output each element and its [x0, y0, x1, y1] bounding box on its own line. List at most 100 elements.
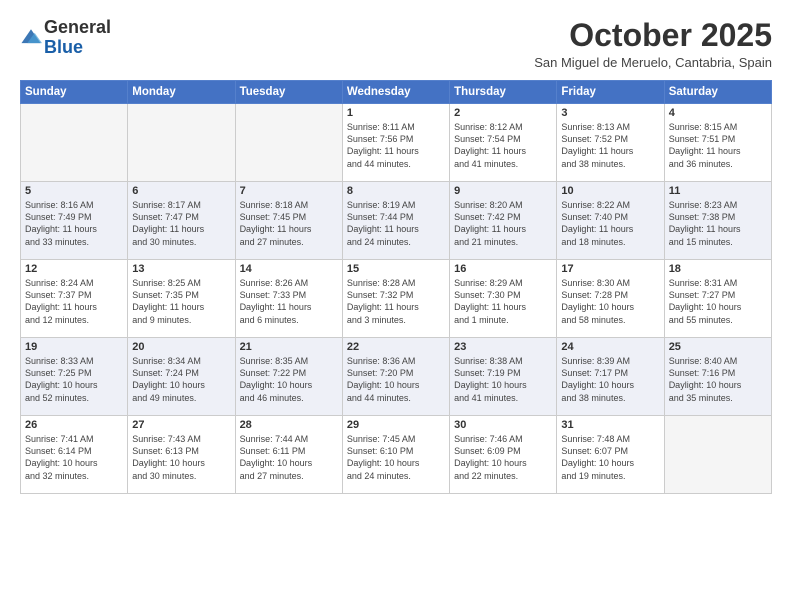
- page: General Blue October 2025 San Miguel de …: [0, 0, 792, 612]
- calendar-cell: 20 Sunrise: 8:34 AM Sunset: 7:24 PM Dayli…: [128, 338, 235, 416]
- day-info: Sunrise: 7:44 AM Sunset: 6:11 PM Dayligh…: [240, 433, 338, 482]
- day-info: Sunrise: 8:38 AM Sunset: 7:19 PM Dayligh…: [454, 355, 552, 404]
- calendar-cell: 9 Sunrise: 8:20 AM Sunset: 7:42 PM Daylig…: [450, 182, 557, 260]
- calendar-cell: 8Sunrise: 8:19 AM Sunset: 7:44 PM Daylig…: [342, 182, 449, 260]
- calendar-cell: 26Sunrise: 7:41 AM Sunset: 6:14 PM Dayli…: [21, 416, 128, 494]
- calendar-cell: 19 Sunrise: 8:33 AM Sunset: 7:25 PM Dayli…: [21, 338, 128, 416]
- calendar-cell: 30Sunrise: 7:46 AM Sunset: 6:09 PM Dayli…: [450, 416, 557, 494]
- calendar-cell: [235, 104, 342, 182]
- day-number: 9: [454, 185, 552, 197]
- day-info: Sunrise: 8:23 AM Sunset: 7:38 PM Dayligh…: [669, 199, 767, 248]
- calendar-cell: 25 Sunrise: 8:40 AM Sunset: 7:16 PM Dayli…: [664, 338, 771, 416]
- day-number: 28: [240, 419, 338, 431]
- day-number: 4: [669, 107, 767, 119]
- day-info: Sunrise: 8:16 AM Sunset: 7:49 PM Dayligh…: [25, 199, 123, 248]
- day-number: 31: [561, 419, 659, 431]
- calendar-cell: 5 Sunrise: 8:16 AM Sunset: 7:49 PM Daylig…: [21, 182, 128, 260]
- location: San Miguel de Meruelo, Cantabria, Spain: [534, 55, 772, 70]
- day-number: 26: [25, 419, 123, 431]
- calendar-cell: 27Sunrise: 7:43 AM Sunset: 6:13 PM Dayli…: [128, 416, 235, 494]
- day-number: 14: [240, 263, 338, 275]
- day-info: Sunrise: 8:12 AM Sunset: 7:54 PM Dayligh…: [454, 121, 552, 170]
- day-number: 18: [669, 263, 767, 275]
- day-info: Sunrise: 7:45 AM Sunset: 6:10 PM Dayligh…: [347, 433, 445, 482]
- header-right: October 2025 San Miguel de Meruelo, Cant…: [534, 18, 772, 70]
- day-number: 29: [347, 419, 445, 431]
- calendar-cell: [664, 416, 771, 494]
- calendar-cell: 14 Sunrise: 8:26 AM Sunset: 7:33 PM Dayli…: [235, 260, 342, 338]
- calendar-week-row: 5 Sunrise: 8:16 AM Sunset: 7:49 PM Daylig…: [21, 182, 772, 260]
- day-info: Sunrise: 8:24 AM Sunset: 7:37 PM Dayligh…: [25, 277, 123, 326]
- calendar-cell: 18 Sunrise: 8:31 AM Sunset: 7:27 PM Dayli…: [664, 260, 771, 338]
- day-info: Sunrise: 8:25 AM Sunset: 7:35 PM Dayligh…: [132, 277, 230, 326]
- calendar-cell: 17 Sunrise: 8:30 AM Sunset: 7:28 PM Dayli…: [557, 260, 664, 338]
- day-number: 16: [454, 263, 552, 275]
- calendar-header-wednesday: Wednesday: [342, 81, 449, 104]
- calendar-header-thursday: Thursday: [450, 81, 557, 104]
- calendar-cell: [128, 104, 235, 182]
- calendar: SundayMondayTuesdayWednesdayThursdayFrid…: [20, 80, 772, 494]
- day-info: Sunrise: 8:30 AM Sunset: 7:28 PM Dayligh…: [561, 277, 659, 326]
- day-info: Sunrise: 8:13 AM Sunset: 7:52 PM Dayligh…: [561, 121, 659, 170]
- day-number: 24: [561, 341, 659, 353]
- logo-icon: [20, 27, 42, 49]
- day-number: 6: [132, 185, 230, 197]
- day-number: 1: [347, 107, 445, 119]
- calendar-header-row: SundayMondayTuesdayWednesdayThursdayFrid…: [21, 81, 772, 104]
- day-info: Sunrise: 8:36 AM Sunset: 7:20 PM Dayligh…: [347, 355, 445, 404]
- calendar-cell: 31 Sunrise: 7:48 AM Sunset: 6:07 PM Dayli…: [557, 416, 664, 494]
- calendar-header-monday: Monday: [128, 81, 235, 104]
- day-info: Sunrise: 8:34 AM Sunset: 7:24 PM Dayligh…: [132, 355, 230, 404]
- calendar-cell: 4 Sunrise: 8:15 AM Sunset: 7:51 PM Daylig…: [664, 104, 771, 182]
- day-number: 22: [347, 341, 445, 353]
- logo-blue-text: Blue: [44, 37, 83, 57]
- calendar-cell: 3 Sunrise: 8:13 AM Sunset: 7:52 PM Daylig…: [557, 104, 664, 182]
- calendar-cell: 10Sunrise: 8:22 AM Sunset: 7:40 PM Dayli…: [557, 182, 664, 260]
- day-number: 27: [132, 419, 230, 431]
- day-info: Sunrise: 8:40 AM Sunset: 7:16 PM Dayligh…: [669, 355, 767, 404]
- day-info: Sunrise: 8:28 AM Sunset: 7:32 PM Dayligh…: [347, 277, 445, 326]
- calendar-cell: [21, 104, 128, 182]
- day-number: 25: [669, 341, 767, 353]
- calendar-cell: 21Sunrise: 8:35 AM Sunset: 7:22 PM Dayli…: [235, 338, 342, 416]
- day-number: 20: [132, 341, 230, 353]
- day-number: 12: [25, 263, 123, 275]
- calendar-week-row: 26Sunrise: 7:41 AM Sunset: 6:14 PM Dayli…: [21, 416, 772, 494]
- calendar-cell: 2Sunrise: 8:12 AM Sunset: 7:54 PM Daylig…: [450, 104, 557, 182]
- day-number: 13: [132, 263, 230, 275]
- day-number: 10: [561, 185, 659, 197]
- day-info: Sunrise: 8:29 AM Sunset: 7:30 PM Dayligh…: [454, 277, 552, 326]
- day-info: Sunrise: 8:26 AM Sunset: 7:33 PM Dayligh…: [240, 277, 338, 326]
- calendar-cell: 7Sunrise: 8:18 AM Sunset: 7:45 PM Daylig…: [235, 182, 342, 260]
- calendar-cell: 16 Sunrise: 8:29 AM Sunset: 7:30 PM Dayli…: [450, 260, 557, 338]
- day-number: 17: [561, 263, 659, 275]
- day-info: Sunrise: 7:48 AM Sunset: 6:07 PM Dayligh…: [561, 433, 659, 482]
- calendar-header-tuesday: Tuesday: [235, 81, 342, 104]
- day-number: 19: [25, 341, 123, 353]
- calendar-cell: 29 Sunrise: 7:45 AM Sunset: 6:10 PM Dayli…: [342, 416, 449, 494]
- day-number: 3: [561, 107, 659, 119]
- calendar-cell: 11Sunrise: 8:23 AM Sunset: 7:38 PM Dayli…: [664, 182, 771, 260]
- logo: General Blue: [20, 18, 111, 58]
- day-info: Sunrise: 8:15 AM Sunset: 7:51 PM Dayligh…: [669, 121, 767, 170]
- day-info: Sunrise: 7:46 AM Sunset: 6:09 PM Dayligh…: [454, 433, 552, 482]
- calendar-header-sunday: Sunday: [21, 81, 128, 104]
- header: General Blue October 2025 San Miguel de …: [20, 18, 772, 70]
- day-info: Sunrise: 8:11 AM Sunset: 7:56 PM Dayligh…: [347, 121, 445, 170]
- day-number: 23: [454, 341, 552, 353]
- calendar-cell: 23 Sunrise: 8:38 AM Sunset: 7:19 PM Dayli…: [450, 338, 557, 416]
- day-info: Sunrise: 8:31 AM Sunset: 7:27 PM Dayligh…: [669, 277, 767, 326]
- day-number: 7: [240, 185, 338, 197]
- calendar-cell: 15Sunrise: 8:28 AM Sunset: 7:32 PM Dayli…: [342, 260, 449, 338]
- day-info: Sunrise: 8:20 AM Sunset: 7:42 PM Dayligh…: [454, 199, 552, 248]
- calendar-cell: 1 Sunrise: 8:11 AM Sunset: 7:56 PM Daylig…: [342, 104, 449, 182]
- calendar-header-saturday: Saturday: [664, 81, 771, 104]
- day-info: Sunrise: 8:35 AM Sunset: 7:22 PM Dayligh…: [240, 355, 338, 404]
- day-info: Sunrise: 8:33 AM Sunset: 7:25 PM Dayligh…: [25, 355, 123, 404]
- calendar-cell: 6Sunrise: 8:17 AM Sunset: 7:47 PM Daylig…: [128, 182, 235, 260]
- day-number: 8: [347, 185, 445, 197]
- day-number: 5: [25, 185, 123, 197]
- logo-general-text: General: [44, 17, 111, 37]
- calendar-cell: 12 Sunrise: 8:24 AM Sunset: 7:37 PM Dayli…: [21, 260, 128, 338]
- calendar-week-row: 1 Sunrise: 8:11 AM Sunset: 7:56 PM Daylig…: [21, 104, 772, 182]
